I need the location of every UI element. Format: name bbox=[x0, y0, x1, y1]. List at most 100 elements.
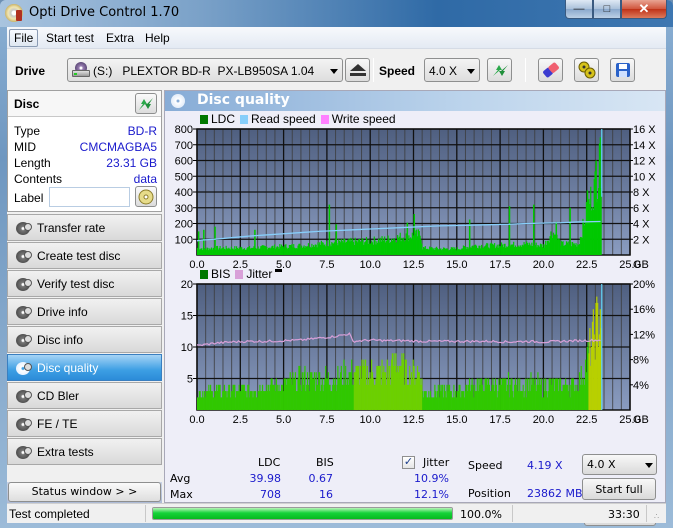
disc-row-mid: MID CMCMAGBA5 bbox=[14, 140, 157, 154]
ldc-spike bbox=[335, 224, 338, 255]
progress-fill bbox=[153, 508, 452, 519]
y-tick-label: 20 bbox=[181, 279, 193, 291]
nav-label: CD Bler bbox=[37, 389, 80, 403]
disc-label-button[interactable] bbox=[135, 186, 157, 207]
nav-disc-info[interactable]: Disc info bbox=[7, 326, 162, 353]
x-tick-label: 7.5 bbox=[319, 414, 334, 426]
y-tick-label: 200 bbox=[175, 219, 193, 231]
refresh-speed-button[interactable] bbox=[487, 58, 512, 82]
disc-row-length: Length 23.31 GB bbox=[14, 156, 157, 170]
stats-max-jitter: 12.1% bbox=[414, 488, 449, 501]
position-label: Position bbox=[468, 487, 511, 500]
menu-help[interactable]: Help bbox=[141, 30, 174, 46]
settings-button[interactable] bbox=[574, 58, 599, 82]
drive-icon bbox=[72, 62, 90, 78]
erase-button[interactable] bbox=[538, 58, 563, 82]
eject-button[interactable] bbox=[345, 58, 370, 82]
y-tick-label: 100 bbox=[175, 234, 193, 246]
checkmark-icon: ✓ bbox=[403, 456, 414, 468]
nav-label: Extra tests bbox=[37, 445, 94, 459]
cd-icon bbox=[138, 189, 154, 204]
progress-bar bbox=[152, 507, 453, 520]
speed-label: Speed bbox=[468, 459, 503, 472]
nav-label: Create test disc bbox=[37, 249, 121, 263]
status-divider bbox=[512, 505, 513, 522]
nav-cd-bler[interactable]: CD Bler bbox=[7, 382, 162, 409]
app-window: Opti Drive Control 1.70 — □ ✕ File Start… bbox=[0, 0, 673, 528]
disc-label-input[interactable] bbox=[49, 187, 130, 207]
nav-label: FE / TE bbox=[37, 417, 78, 431]
panel-header: Disc quality bbox=[165, 91, 665, 111]
save-button[interactable] bbox=[610, 58, 635, 82]
nav-verify-test-disc[interactable]: Verify test disc bbox=[7, 270, 162, 297]
stats-avg-ldc: 39.98 bbox=[249, 472, 282, 485]
ldc-spike bbox=[508, 206, 511, 255]
disc-header: Disc bbox=[8, 91, 161, 117]
legend-marker bbox=[275, 268, 283, 272]
disc-gear-icon bbox=[16, 334, 32, 347]
menu-start-test[interactable]: Start test bbox=[42, 30, 98, 46]
menu-file[interactable]: File bbox=[9, 29, 39, 47]
toolbar-separator bbox=[373, 58, 374, 82]
stats-avg-label: Avg bbox=[170, 472, 191, 485]
y-tick-label: 700 bbox=[175, 140, 193, 152]
nav-fe-te[interactable]: FE / TE bbox=[7, 410, 162, 437]
nav-disc-quality[interactable]: Disc quality bbox=[7, 354, 162, 381]
y-tick-label: 400 bbox=[175, 187, 193, 199]
nav-extra-tests[interactable]: Extra tests bbox=[7, 438, 162, 465]
ldc-spike bbox=[598, 143, 601, 255]
test-speed-select[interactable]: 4.0 X bbox=[582, 454, 657, 475]
disc-contents-value: data bbox=[133, 172, 157, 186]
close-button[interactable]: ✕ bbox=[621, 0, 667, 19]
ldc-spike bbox=[214, 226, 216, 255]
ldc-bar bbox=[600, 188, 602, 255]
status-text: Test completed bbox=[9, 507, 90, 521]
nav-label: Verify test disc bbox=[37, 277, 115, 291]
ldc-spike bbox=[203, 229, 205, 255]
maximize-icon: □ bbox=[603, 3, 611, 15]
x-tick-label: 2.5 bbox=[233, 414, 248, 426]
disc-gear-icon bbox=[16, 446, 32, 459]
ldc-spike bbox=[413, 214, 415, 255]
close-icon: ✕ bbox=[638, 1, 650, 16]
speed-select[interactable]: 4.0 X bbox=[424, 58, 480, 82]
y2-tick-label: 12% bbox=[633, 329, 655, 341]
jitter-checkbox[interactable]: ✓ bbox=[402, 456, 415, 469]
status-window-button[interactable]: Status window > > bbox=[8, 482, 161, 502]
y-tick-label: 800 bbox=[175, 124, 193, 136]
nav-label: Transfer rate bbox=[37, 221, 106, 235]
y2-tick-label: 8% bbox=[633, 355, 649, 367]
maximize-button[interactable]: □ bbox=[593, 0, 621, 19]
ldc-spike bbox=[197, 231, 200, 255]
stats-max-ldc: 708 bbox=[260, 488, 281, 501]
nav-transfer-rate[interactable]: Transfer rate bbox=[7, 214, 162, 241]
menu-extra[interactable]: Extra bbox=[102, 30, 138, 46]
elapsed-time: 33:30 bbox=[608, 508, 640, 521]
nav-create-test-disc[interactable]: Create test disc bbox=[7, 242, 162, 269]
disc-info-box: Disc Type BD-R MID CMCMAGBA5 Length 23.31 G… bbox=[7, 90, 162, 212]
ldc-spike bbox=[555, 221, 558, 255]
resize-grip-icon[interactable]: ∴ bbox=[654, 512, 659, 521]
y2-tick-label: 16 X bbox=[633, 124, 656, 136]
nav-drive-info[interactable]: Drive info bbox=[7, 298, 162, 325]
chevron-down-icon bbox=[330, 69, 338, 74]
y2-tick-label: 4 X bbox=[633, 219, 650, 231]
chevron-down-icon bbox=[645, 463, 653, 468]
start-full-button[interactable]: Start full bbox=[582, 478, 656, 500]
disc-gear-icon bbox=[16, 418, 32, 431]
x-tick-label: 10.0 bbox=[359, 259, 380, 271]
drive-select[interactable]: (S:) PLEXTOR BD-R PX-LB950SA 1.04 bbox=[67, 58, 343, 82]
refresh-arrows-icon bbox=[492, 65, 508, 76]
x-tick-label: 7.5 bbox=[319, 259, 334, 271]
drive-label: Drive bbox=[15, 64, 46, 78]
eject-icon bbox=[349, 64, 366, 76]
disc-gear-icon bbox=[16, 250, 32, 263]
app-disc-icon bbox=[5, 4, 23, 22]
left-panel: Disc Type BD-R MID CMCMAGBA5 Length 23.31 G… bbox=[7, 90, 163, 508]
gears-icon bbox=[578, 61, 595, 79]
disc-gear-icon bbox=[16, 362, 32, 375]
disc-refresh-button[interactable] bbox=[135, 93, 157, 114]
minimize-button[interactable]: — bbox=[565, 0, 593, 19]
disc-type-value: BD-R bbox=[127, 124, 157, 138]
window-title: Opti Drive Control 1.70 bbox=[29, 5, 180, 20]
